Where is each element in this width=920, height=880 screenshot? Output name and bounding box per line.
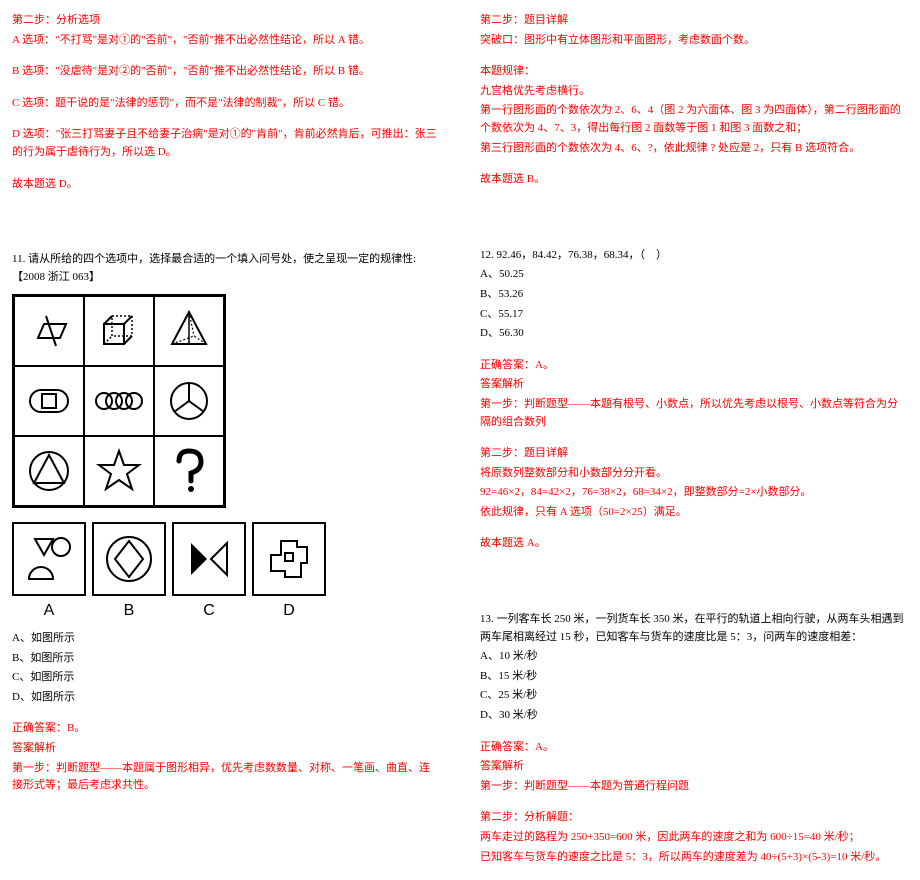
grid-cell	[84, 436, 154, 506]
q12-step1: 第一步：判断题型——本题有根号、小数点，所以优先考虑以根号、小数点等符合为分隔的…	[480, 396, 908, 431]
option-b-figure	[92, 522, 166, 596]
option-d-analysis: D 选项："张三打骂妻子且不给妻子治病"是对①的"肯前"，肯前必然肯后，可推出：…	[12, 126, 440, 161]
option-label: D	[252, 598, 326, 624]
final-answer-10: 故本题选 D。	[12, 176, 440, 194]
q12-opt-a: A、50.25	[480, 266, 908, 284]
option-c-figure	[172, 522, 246, 596]
q13-step2b: 已知客车与货车的速度之比是 5：3，所以两车的速度差为 40÷(5+3)×(5-…	[480, 849, 908, 867]
tetrahedron-icon	[164, 306, 214, 356]
q13-step2a: 两车走过的路程为 250+350=600 米，因此两车的速度之和为 600÷15…	[480, 829, 908, 847]
q12-step2-title: 第二步：题目详解	[480, 445, 908, 463]
q12-step2b: 92=46×2，84=42×2，76=38×2，68=34×2，即整数部分=2×…	[480, 484, 908, 502]
choice-d: D、如图所示	[12, 689, 440, 707]
q13-explain-label: 答案解析	[480, 758, 908, 776]
option-label: A	[12, 598, 86, 624]
r-breakthrough: 突破口：图形中有立体图形和平面图形，考虑数面个数。	[480, 32, 908, 50]
q12-step2c: 依此规律，只有 A 选项（50=2×25）满足。	[480, 504, 908, 522]
grid-cell	[14, 366, 84, 436]
q13-step2-title: 第二步：分析解题：	[480, 809, 908, 827]
grid-cell	[154, 296, 224, 366]
options-row	[12, 522, 440, 596]
q12-opt-b: B、53.26	[480, 286, 908, 304]
q12-step2a: 将原数列整数部分和小数部分分开看。	[480, 465, 908, 483]
puzzle-grid	[12, 294, 226, 508]
parallelogram-icon	[26, 308, 72, 354]
q13-opt-b: B、15 米/秒	[480, 668, 908, 686]
r-pattern2: 第一行图形面的个数依次为 2、6、4（图 2 为六面体、图 3 为四面体），第二…	[480, 102, 908, 137]
question-12: 12. 92.46，84.42，76.38，68.34，（ ）	[480, 247, 908, 265]
option-c-analysis: C 选项：题干说的是"法律的惩罚"，而不是"法律的制裁"，所以 C 错。	[12, 95, 440, 113]
four-rings-icon	[92, 384, 146, 418]
option-labels: A B C D	[12, 598, 440, 624]
q13-answer: 正确答案：A。	[480, 739, 908, 757]
step2-title: 第二步：分析选项	[12, 12, 440, 30]
q12-explain-label: 答案解析	[480, 376, 908, 394]
option-label: C	[172, 598, 246, 624]
star-icon	[95, 447, 143, 495]
grid-cell	[14, 436, 84, 506]
question-mark-icon	[169, 447, 209, 495]
option-d-figure	[252, 522, 326, 596]
question-11: 11. 请从所给的四个选项中，选择最合适的一个填入问号处，使之呈现一定的规律性:…	[12, 251, 440, 286]
r-pattern-title: 本题规律：	[480, 63, 908, 81]
option-a-figure	[12, 522, 86, 596]
cube-icon	[94, 306, 144, 356]
q13-step1: 第一步：判断题型——本题为普通行程问题	[480, 778, 908, 796]
q11-step1: 第一步：判断题型——本题属于图形相异，优先考虑数数量、对称、一笔画、曲直、连接形…	[12, 760, 440, 795]
grid-cell	[14, 296, 84, 366]
q12-answer: 正确答案：A。	[480, 357, 908, 375]
r-pattern1: 九宫格优先考虑横行。	[480, 83, 908, 101]
q12-final: 故本题选 A。	[480, 535, 908, 553]
grid-cell	[84, 366, 154, 436]
question-13: 13. 一列客车长 250 米，一列货车长 350 米，在平行的轨道上相向行驶，…	[480, 611, 908, 646]
choice-b: B、如图所示	[12, 650, 440, 668]
circle-y-icon	[166, 378, 212, 424]
q13-opt-d: D、30 米/秒	[480, 707, 908, 725]
r-final11: 故本题选 B。	[480, 171, 908, 189]
option-b-analysis: B 选项："没虐待"是对②的"否前"，"否前"推不出必然性结论，所以 B 错。	[12, 63, 440, 81]
grid-cell	[154, 436, 224, 506]
rounded-rect-icon	[24, 384, 74, 418]
r-step2-title: 第二步：题目详解	[480, 12, 908, 30]
q12-opt-c: C、55.17	[480, 306, 908, 324]
option-label: B	[92, 598, 166, 624]
q11-answer: 正确答案：B。	[12, 720, 440, 738]
q13-opt-c: C、25 米/秒	[480, 687, 908, 705]
grid-cell	[84, 296, 154, 366]
option-a-analysis: A 选项："不打骂"是对①的"否前"，"否前"推不出必然性结论，所以 A 错。	[12, 32, 440, 50]
r-pattern3: 第三行图形面的个数依次为 4、6、?，依此规律 ? 处应是 2，只有 B 选项符…	[480, 140, 908, 158]
choice-c: C、如图所示	[12, 669, 440, 687]
q12-opt-d: D、56.30	[480, 325, 908, 343]
choice-a: A、如图所示	[12, 630, 440, 648]
circle-triangle-icon	[25, 447, 73, 495]
grid-cell	[154, 366, 224, 436]
q11-explain-label: 答案解析	[12, 740, 440, 758]
